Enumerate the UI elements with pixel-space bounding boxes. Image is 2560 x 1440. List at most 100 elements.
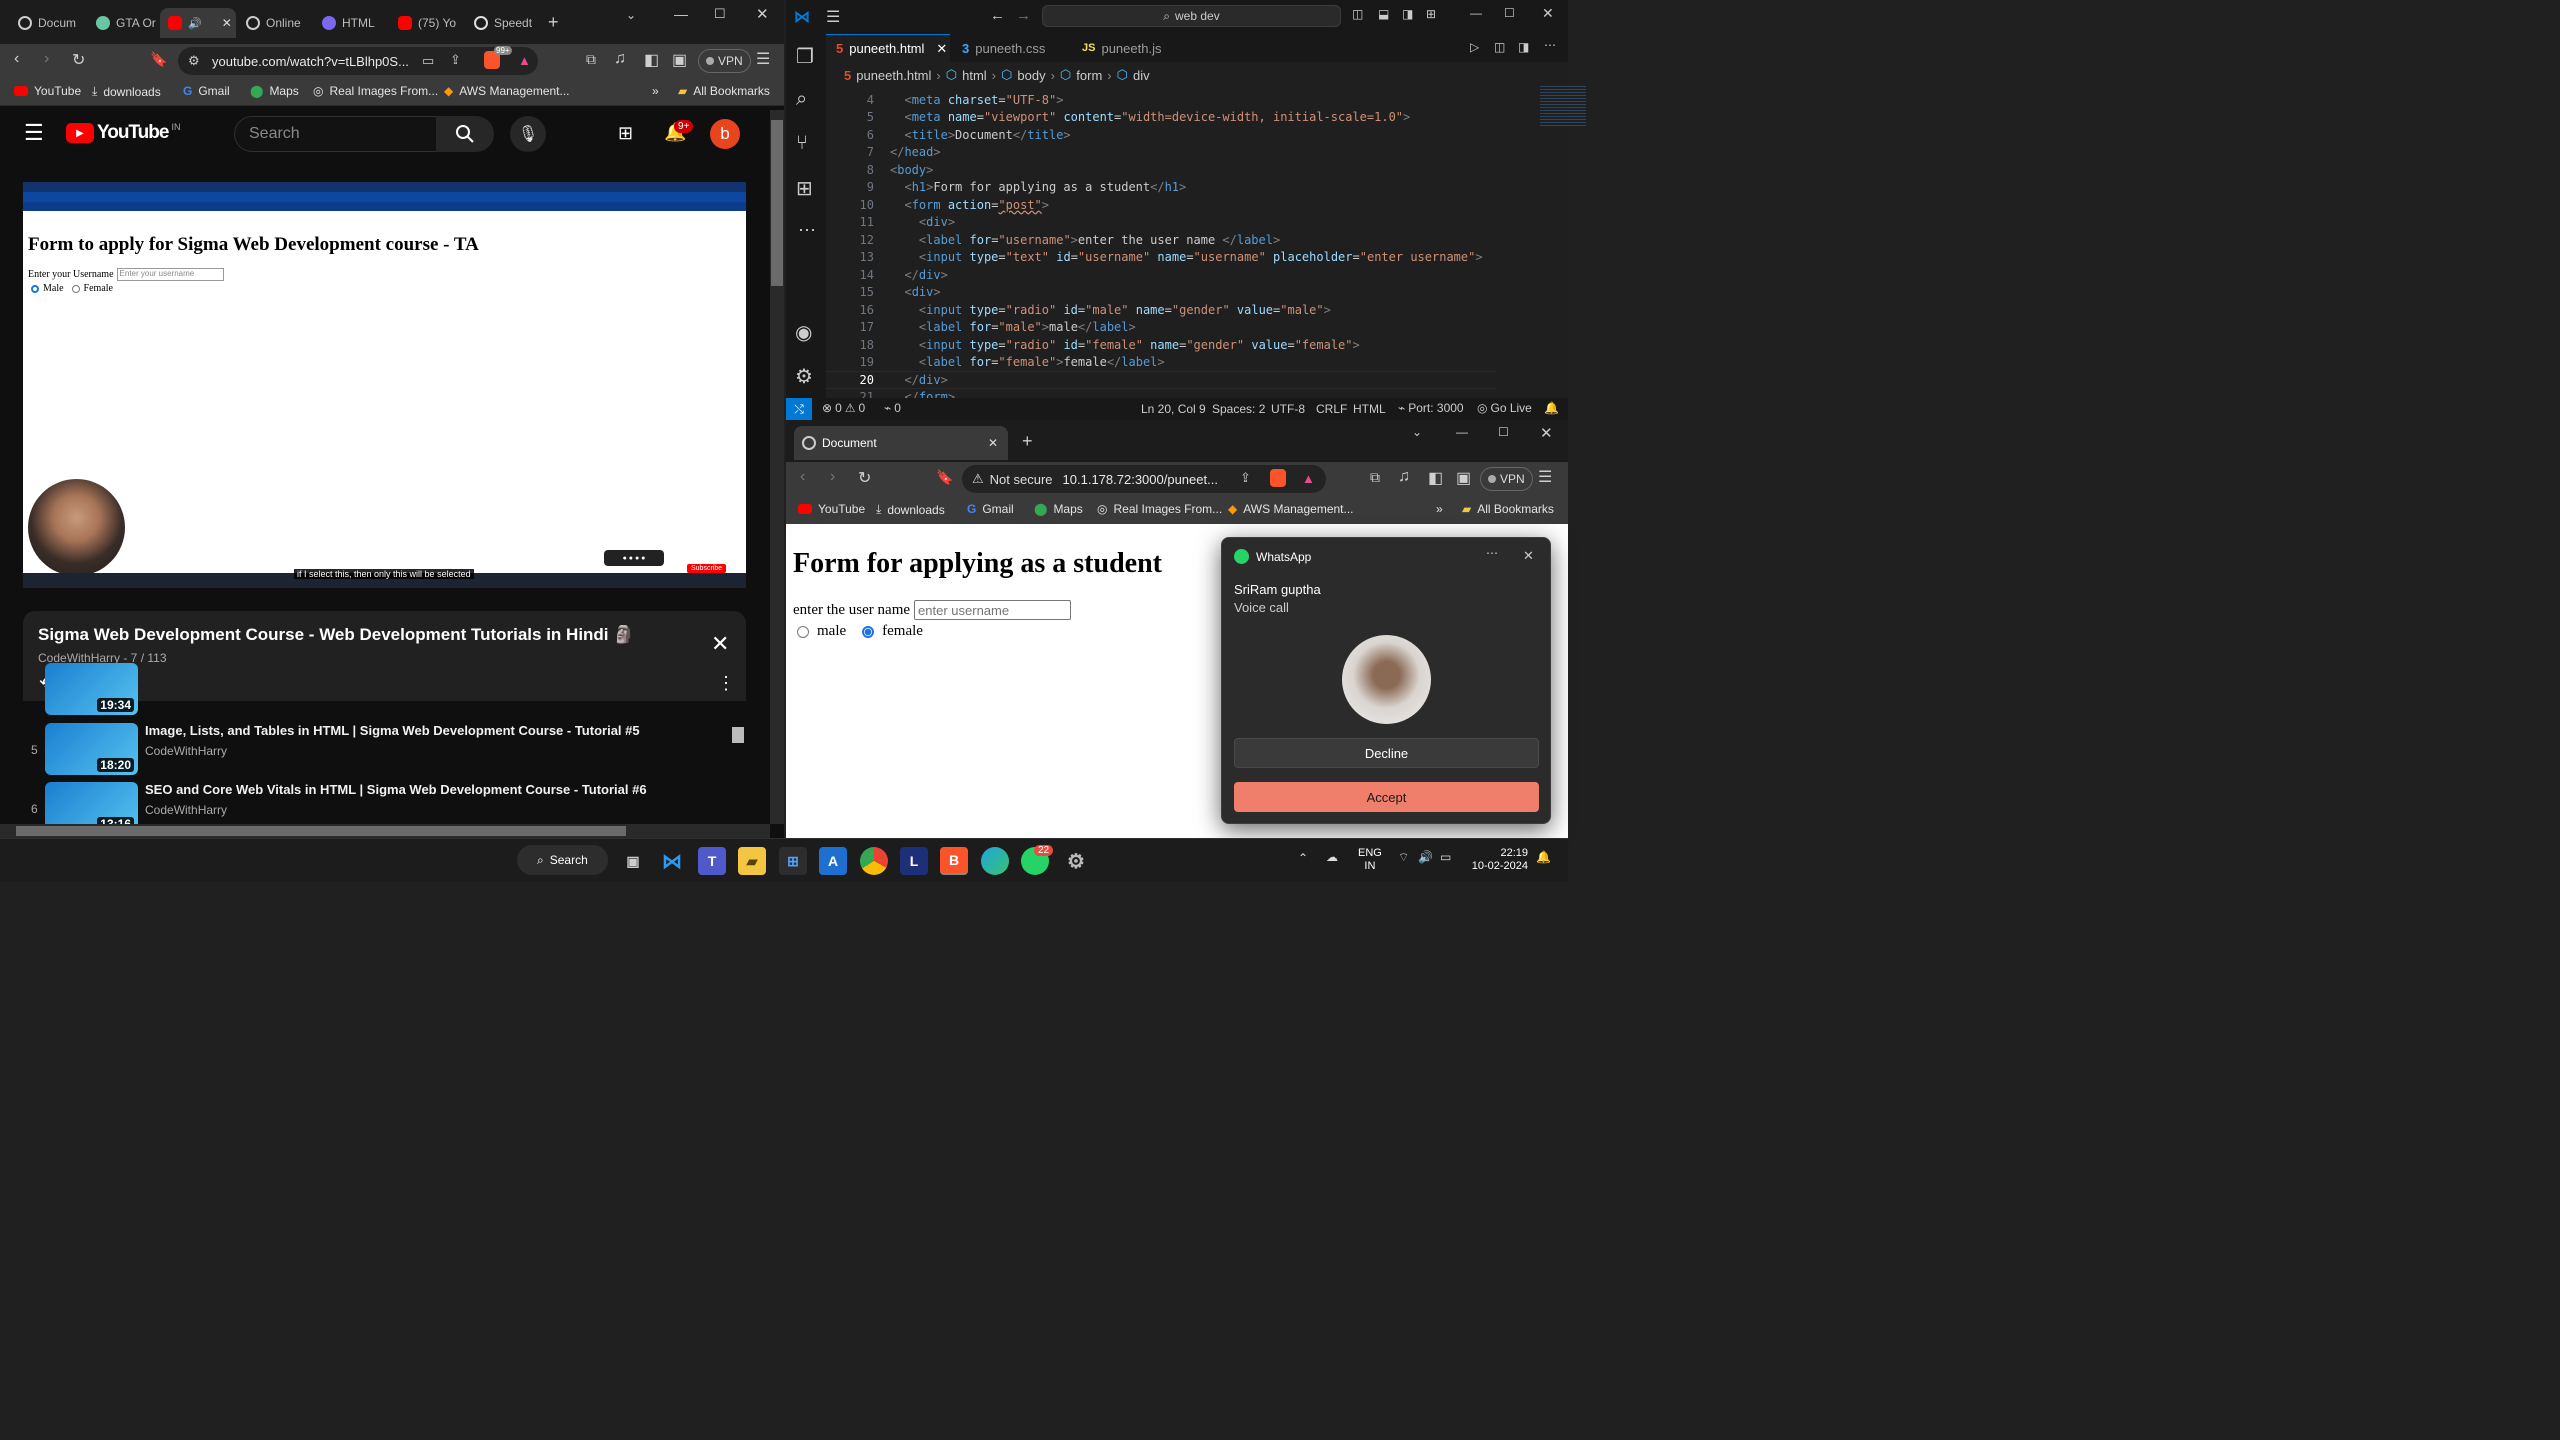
forward-icon[interactable]: › [44, 50, 49, 68]
close-notification-icon[interactable]: ✕ [1523, 548, 1534, 564]
toggle-secondary-sidebar-icon[interactable]: ◨ [1402, 7, 1413, 21]
new-tab-icon[interactable]: + [1022, 431, 1033, 452]
chevron-down-icon[interactable]: ⌄ [626, 8, 636, 22]
horizontal-scrollbar[interactable] [0, 824, 770, 838]
not-secure-label[interactable]: Not secure [990, 472, 1053, 487]
breadcrumb-item[interactable]: puneeth.html [856, 68, 931, 83]
horizontal-scrollbar-thumb[interactable] [16, 826, 626, 836]
cast-icon[interactable]: ▭ [422, 53, 434, 69]
radio-female-checked[interactable] [862, 625, 875, 638]
sidebar-icon[interactable]: ◧ [1428, 468, 1443, 488]
tab-puneeth-css[interactable]: 3 puneeth.css [952, 34, 1055, 62]
all-bookmarks[interactable]: ▰ All Bookmarks [678, 84, 770, 98]
maximize-icon[interactable]: ☐ [714, 6, 726, 22]
youtube-search-input[interactable]: Search [234, 116, 437, 152]
sidebar-icon[interactable]: ◧ [644, 50, 659, 70]
menu-icon[interactable]: ☰ [1538, 467, 1552, 487]
code-editor[interactable]: 4 5 6 7 8 9 10 11 12 13 14 15 16 17 18 1… [826, 86, 1586, 404]
bookmark-gmail[interactable]: G Gmail [183, 84, 230, 98]
vertical-scrollbar[interactable] [770, 110, 784, 824]
tab-youtube-active[interactable]: 🔊 ✕ [160, 8, 236, 38]
all-bookmarks[interactable]: ▰ All Bookmarks [1462, 502, 1554, 516]
bookmark-downloads[interactable]: ⤓ downloads [876, 502, 945, 517]
minimap[interactable] [1540, 86, 1586, 126]
customize-layout-icon[interactable]: ⊞ [1426, 7, 1436, 21]
breadcrumb-item[interactable]: body [1017, 68, 1045, 83]
teams-icon[interactable]: T [698, 847, 726, 875]
radio-male[interactable] [797, 625, 809, 638]
radio-female-label[interactable]: female [882, 623, 923, 640]
encoding[interactable]: UTF-8 [1271, 402, 1305, 416]
radio-male-label[interactable]: male [817, 623, 846, 640]
start-button[interactable] [479, 847, 507, 875]
chrome-icon[interactable] [860, 847, 888, 875]
close-window-icon[interactable]: ✕ [756, 5, 769, 23]
remote-icon[interactable]: ⤭ [786, 398, 812, 420]
minimize-icon[interactable]: — [1456, 425, 1468, 439]
playlist-item[interactable]: 5 18:20 Image, Lists, and Tables in HTML… [23, 723, 733, 779]
run-icon[interactable]: ▷ [1470, 40, 1479, 54]
ports-indicator[interactable]: ⌁ 0 [884, 401, 901, 415]
microphone-icon[interactable]: 🎙 [510, 116, 546, 152]
file-explorer-icon[interactable]: ▰ [738, 847, 766, 875]
address-bar[interactable]: ⚙ youtube.com/watch?v=tLBlhp0S... ▭ ⇪ 99… [178, 46, 538, 75]
bookmark-aws[interactable]: ◆ AWS Management... [444, 84, 570, 98]
wifi-icon[interactable]: ⌔ [1398, 850, 1409, 865]
accept-button[interactable]: Accept [1234, 782, 1539, 812]
open-preview-icon[interactable]: ◫ [1494, 40, 1505, 54]
volume-icon[interactable]: 🔊 [1418, 850, 1433, 864]
playlist-title[interactable]: Sigma Web Development Course - Web Devel… [38, 625, 678, 645]
notifications-bell-icon[interactable]: 🔔 [1544, 401, 1559, 415]
cursor-position[interactable]: Ln 20, Col 9 [1141, 402, 1206, 416]
playlist-item[interactable]: 19:34 [23, 663, 733, 719]
share-icon[interactable]: ⇪ [450, 52, 461, 68]
breadcrumb-item[interactable]: html [962, 68, 987, 83]
forward-icon[interactable]: › [830, 468, 835, 486]
speaker-icon[interactable]: 🔊 [188, 17, 202, 30]
close-window-icon[interactable]: ✕ [1540, 424, 1553, 442]
search-icon[interactable]: ⌕ [796, 88, 807, 111]
reload-icon[interactable]: ↻ [858, 468, 871, 488]
minimize-icon[interactable]: — [674, 6, 688, 22]
onedrive-cloud-icon[interactable]: ☁ [1326, 850, 1338, 864]
bookmark-real-images[interactable]: ◎ Real Images From... [1097, 502, 1222, 516]
maximize-icon[interactable]: ☐ [1498, 425, 1509, 439]
close-playlist-icon[interactable]: ✕ [711, 631, 729, 657]
more-options-icon[interactable]: ⋯ [1486, 546, 1498, 560]
chevron-down-icon[interactable]: ⌄ [1412, 425, 1422, 439]
music-icon[interactable]: ♫ [614, 50, 626, 68]
more-actions-icon[interactable]: ⋯ [1544, 38, 1556, 52]
extensions-icon[interactable]: ⧉ [586, 51, 596, 68]
clock[interactable]: 22:19 10-02-2024 [1468, 847, 1528, 873]
problems-indicator[interactable]: ⊗ 0 ⚠ 0 [822, 401, 865, 415]
wallet-icon[interactable]: ▣ [672, 50, 687, 70]
more-icon[interactable]: ⋯ [798, 220, 816, 241]
task-view-icon[interactable]: ▣ [619, 847, 647, 875]
tab-document[interactable]: Docum [10, 8, 86, 38]
youtube-logo[interactable]: ▶ YouTube IN [66, 122, 180, 144]
command-center-search[interactable]: ⌕ web dev [1042, 5, 1341, 27]
address-bar[interactable]: ⚠ Not secure 10.1.178.72:3000/puneet... … [962, 465, 1326, 493]
go-live-button[interactable]: ◎ Go Live [1477, 401, 1532, 415]
bookmark-aws[interactable]: ◆ AWS Management... [1228, 502, 1354, 516]
close-tab-icon[interactable]: ✕ [936, 41, 947, 57]
accounts-icon[interactable]: ◉ [795, 320, 812, 345]
close-tab-icon[interactable]: ✕ [988, 436, 998, 450]
vpn-button[interactable]: VPN [1480, 467, 1533, 491]
live-server-port[interactable]: ⌁ Port: 3000 [1398, 401, 1464, 415]
close-tab-icon[interactable]: ✕ [222, 16, 232, 30]
tab-online[interactable]: Online [238, 8, 312, 38]
settings-gear-icon[interactable]: ⚙ [795, 364, 813, 389]
taskbar-search[interactable]: ⌕ Search [517, 845, 608, 875]
bookmark-real-images[interactable]: ◎ Real Images From... [313, 84, 438, 98]
forward-arrow-icon[interactable]: → [1016, 7, 1031, 24]
vertical-scrollbar-thumb[interactable] [771, 120, 783, 286]
username-label[interactable]: enter the user name [793, 602, 910, 619]
extensions-icon[interactable]: ⧉ [1370, 469, 1380, 486]
share-icon[interactable]: ⇪ [1240, 470, 1251, 486]
split-editor-icon[interactable]: ◨ [1518, 40, 1529, 54]
minimize-icon[interactable]: — [1470, 6, 1482, 20]
video-player[interactable]: Form to apply for Sigma Web Development … [23, 182, 746, 588]
indentation[interactable]: Spaces: 2 [1212, 402, 1265, 416]
bookmark-youtube[interactable]: YouTube [14, 84, 81, 98]
